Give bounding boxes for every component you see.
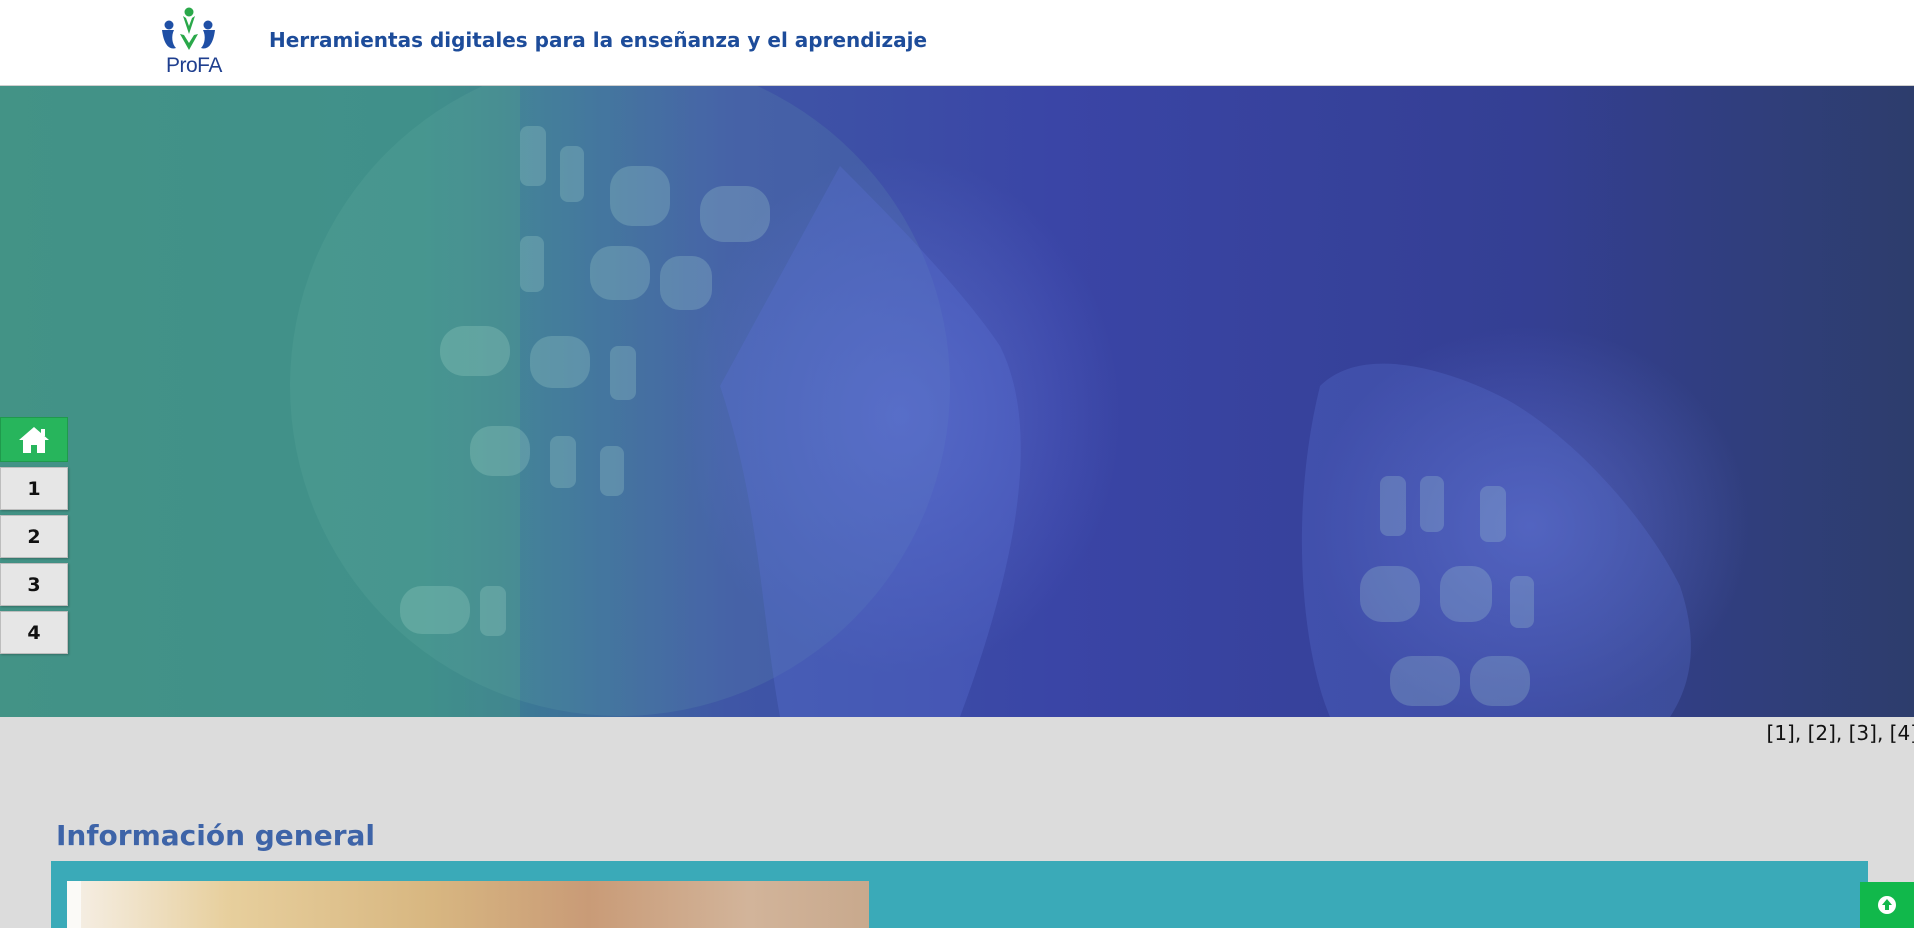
nav-section-3-button[interactable]: 3 xyxy=(0,563,68,606)
home-icon xyxy=(19,426,49,453)
section-nav: 1 2 3 4 xyxy=(0,417,68,654)
nav-section-4-button[interactable]: 4 xyxy=(0,611,68,654)
hero-banner: 1 2 3 4 xyxy=(0,86,1914,717)
section-title: Información general xyxy=(56,819,376,852)
logo-text: ProFA xyxy=(166,54,222,77)
nav-section-2-button[interactable]: 2 xyxy=(0,515,68,558)
arrow-up-circle-icon xyxy=(1878,896,1896,914)
info-panel xyxy=(51,861,1868,928)
site-title[interactable]: Herramientas digitales para la enseñanza… xyxy=(269,28,927,52)
site-header: ProFA Herramientas digitales para la ens… xyxy=(0,0,1914,86)
hero-background-image xyxy=(0,86,1750,717)
profa-logo[interactable]: ProFA xyxy=(154,4,224,80)
nav-section-1-button[interactable]: 1 xyxy=(0,467,68,510)
nav-home-button[interactable] xyxy=(0,417,68,462)
image-references[interactable]: [1], [2], [3], [4] xyxy=(1767,721,1914,745)
info-image xyxy=(67,881,869,928)
back-to-top-button[interactable] xyxy=(1860,882,1914,928)
